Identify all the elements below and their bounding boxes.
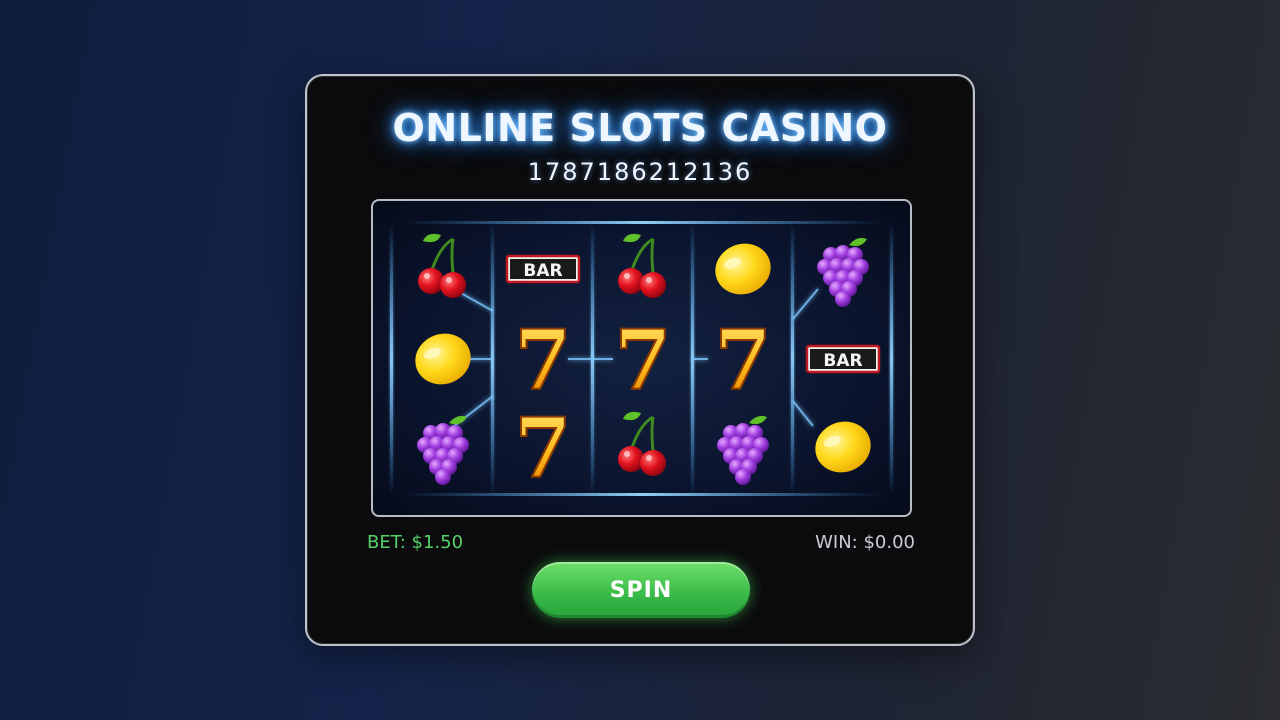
reel-divider (390, 223, 393, 495)
top-rail (403, 221, 883, 224)
game-title: ONLINE SLOTS CASINO (392, 106, 888, 150)
grapes-icon (417, 415, 469, 485)
reel-divider (791, 223, 794, 495)
svg-text:7: 7 (614, 313, 671, 409)
svg-text:BAR: BAR (823, 351, 862, 371)
game-subtitle: 1787186212136 (527, 158, 753, 186)
cherry-icon (418, 233, 466, 298)
grapes-icon (817, 237, 869, 307)
spin-button[interactable]: SPIN (532, 562, 750, 618)
cherry-icon (618, 233, 666, 298)
lemon-icon (715, 243, 771, 295)
grapes-icon (717, 415, 769, 485)
bar-icon: BAR (505, 254, 581, 284)
cherry-icon (618, 411, 666, 476)
svg-text:BAR: BAR (523, 261, 562, 281)
svg-text:7: 7 (514, 313, 571, 409)
seven-icon: 7 (613, 312, 672, 410)
svg-text:7: 7 (514, 401, 571, 497)
seven-icon: 7 (713, 312, 772, 410)
lemon-icon (415, 333, 471, 385)
lemon-icon (815, 421, 871, 473)
bottom-rail (403, 493, 883, 496)
slot-machine-panel: ONLINE SLOTS CASINO 1787186212136 BAR 7 … (305, 74, 975, 646)
bar-icon: BAR (805, 344, 881, 374)
stats-row: BET: $1.50 WIN: $0.00 (367, 532, 915, 553)
reel-divider (890, 223, 893, 495)
reels-graphic: BAR777 7 BAR (390, 221, 893, 498)
reels-window: BAR 7 7 7 7 BAR (371, 199, 912, 517)
seven-icon: 7 (513, 400, 572, 498)
win-amount: WIN: $0.00 (815, 532, 915, 553)
seven-icon: 7 (513, 312, 572, 410)
reel-divider (491, 223, 494, 495)
bet-amount: BET: $1.50 (367, 532, 464, 553)
svg-text:7: 7 (714, 313, 771, 409)
